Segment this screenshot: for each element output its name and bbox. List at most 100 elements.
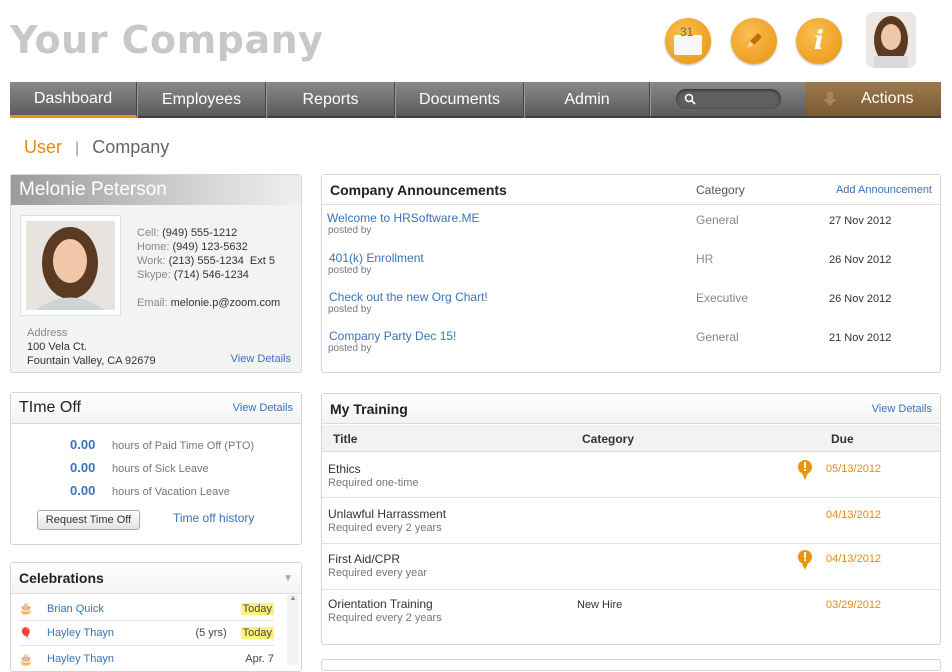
training-due: 03/29/2012 — [826, 599, 882, 611]
training-title: My Training — [330, 400, 408, 417]
announcement-row: Check out the new Org Chart! posted by E… — [322, 289, 940, 325]
mail-icon: 31 — [674, 25, 702, 55]
nav-reports[interactable]: Reports — [266, 82, 395, 118]
training-name[interactable]: First Aid/CPR — [328, 552, 400, 566]
company-logo: Your Company — [10, 18, 324, 62]
time-off-panel: TIme Off View Details 0.00 hours of Paid … — [10, 392, 302, 545]
announcement-title[interactable]: Company Party Dec 15! — [329, 329, 456, 343]
sick-value: 0.00 — [70, 460, 96, 475]
training-category: New Hire — [577, 599, 623, 611]
training-table-header: Title Category Due — [322, 425, 940, 452]
add-announcement-link[interactable]: Add Announcement — [836, 184, 932, 196]
mail-button[interactable]: 31 — [665, 18, 711, 64]
time-off-list: 0.00 hours of Paid Time Off (PTO) 0.00 hou… — [70, 434, 254, 503]
cell-value: (949) 555-1212 — [162, 227, 238, 239]
tab-user[interactable]: User — [24, 137, 62, 157]
profile-photo-image — [26, 221, 115, 310]
training-row: First Aid/CPR Required every year 04/13/… — [322, 545, 940, 590]
celebrations-panel: Celebrations ▼ ▲ 🎂 Brian Quick Today 🎈 H… — [10, 562, 302, 672]
time-off-row: 0.00 hours of Sick Leave — [70, 457, 254, 480]
address-block: Address 100 Vela Ct. Fountain Valley, CA… — [27, 326, 156, 368]
training-requirement: Required every year — [328, 567, 428, 579]
time-off-view-details-link[interactable]: View Details — [233, 402, 293, 414]
announcement-posted: posted by — [328, 343, 372, 354]
arrow-down-icon — [823, 92, 837, 106]
nav-admin[interactable]: Admin — [524, 82, 650, 118]
time-off-header: TIme Off View Details — [11, 393, 301, 424]
training-name[interactable]: Orientation Training — [328, 597, 433, 611]
pencil-icon — [747, 33, 762, 48]
celebration-when: Apr. 7 — [245, 653, 274, 665]
training-header: My Training View Details — [322, 394, 940, 424]
search-icon — [684, 93, 696, 105]
pto-value: 0.00 — [70, 437, 96, 452]
balloon-icon: 🎈 — [19, 627, 33, 640]
announcement-row: Welcome to HRSoftware.ME posted by Gener… — [322, 211, 940, 247]
user-photo — [866, 12, 916, 68]
announcement-date: 21 Nov 2012 — [829, 332, 892, 344]
tab-separator: | — [75, 140, 80, 157]
col-title[interactable]: Title — [333, 432, 357, 446]
next-panel — [321, 659, 941, 671]
category-header: Category — [696, 182, 745, 197]
time-off-history-link[interactable]: Time off history — [173, 511, 254, 525]
vacation-value: 0.00 — [70, 483, 96, 498]
actions-label: Actions — [861, 90, 914, 107]
time-off-row: 0.00 hours of Vacation Leave — [70, 480, 254, 503]
celebration-name[interactable]: Brian Quick — [47, 603, 104, 615]
calendar-badge: 31 — [680, 25, 694, 39]
training-due: 04/13/2012 — [826, 509, 882, 521]
announcement-category: General — [696, 330, 739, 344]
col-category[interactable]: Category — [582, 432, 634, 446]
celebration-row: 🎂 Hayley Thayn Apr. 7 — [19, 647, 274, 671]
home-value: (949) 123-5632 — [172, 241, 248, 253]
celebrations-scrollbar[interactable]: ▲ — [287, 595, 299, 665]
nav-documents[interactable]: Documents — [395, 82, 524, 118]
training-name[interactable]: Ethics — [328, 462, 361, 476]
request-time-off-button[interactable]: Request Time Off — [37, 510, 140, 530]
announcement-category: Executive — [696, 291, 749, 305]
celebration-years: (5 yrs) — [195, 627, 227, 639]
info-button[interactable]: i — [796, 18, 842, 64]
celebration-row: 🎂 Brian Quick Today — [19, 597, 274, 621]
training-due: 04/13/2012 — [826, 553, 882, 565]
main-nav: Dashboard Employees Reports Documents Ad… — [10, 82, 941, 118]
profile-photo — [20, 215, 121, 316]
collapse-icon[interactable]: ▼ — [283, 573, 293, 584]
scroll-up-icon: ▲ — [289, 595, 297, 602]
announcement-date: 26 Nov 2012 — [829, 293, 892, 305]
training-view-details-link[interactable]: View Details — [872, 403, 932, 415]
training-requirement: Required every 2 years — [328, 612, 442, 624]
actions-button[interactable]: Actions — [805, 82, 941, 116]
profile-view-details-link[interactable]: View Details — [231, 353, 291, 365]
vacation-label: hours of Vacation Leave — [112, 486, 230, 498]
announcement-posted: posted by — [328, 304, 372, 315]
nav-dashboard[interactable]: Dashboard — [10, 82, 137, 118]
cake-icon: 🎂 — [19, 603, 33, 615]
email-label: Email: — [137, 297, 168, 309]
training-requirement: Required one-time — [328, 477, 419, 489]
search-input[interactable] — [675, 89, 781, 109]
training-name[interactable]: Unlawful Harrassment — [328, 507, 446, 521]
contact-info: Cell: (949) 555-1212 Home: (949) 123-563… — [137, 226, 280, 310]
alert-pin-icon — [798, 550, 812, 570]
compose-button[interactable] — [731, 18, 777, 64]
tab-company[interactable]: Company — [92, 137, 169, 157]
celebration-when: Today — [240, 602, 274, 615]
info-icon: i — [814, 26, 824, 56]
celebration-name[interactable]: Hayley Thayn — [47, 627, 114, 639]
cell-label: Cell: — [137, 227, 160, 239]
announcement-title[interactable]: Check out the new Org Chart! — [329, 290, 488, 304]
announcements-title: Company Announcements — [330, 181, 507, 198]
announcement-row: 401(k) Enrollment posted by HR 26 Nov 20… — [322, 250, 940, 286]
training-row: Ethics Required one-time 05/13/2012 — [322, 453, 940, 498]
col-due[interactable]: Due — [831, 432, 854, 446]
celebration-name[interactable]: Hayley Thayn — [47, 653, 114, 665]
announcement-title[interactable]: Welcome to HRSoftware.ME — [327, 211, 480, 225]
training-row: Unlawful Harrassment Required every 2 ye… — [322, 499, 940, 544]
announcement-posted: posted by — [328, 265, 372, 276]
skype-value: (714) 546-1234 — [173, 269, 249, 281]
announcement-title[interactable]: 401(k) Enrollment — [329, 251, 424, 265]
user-avatar[interactable] — [866, 12, 916, 68]
nav-employees[interactable]: Employees — [137, 82, 266, 118]
